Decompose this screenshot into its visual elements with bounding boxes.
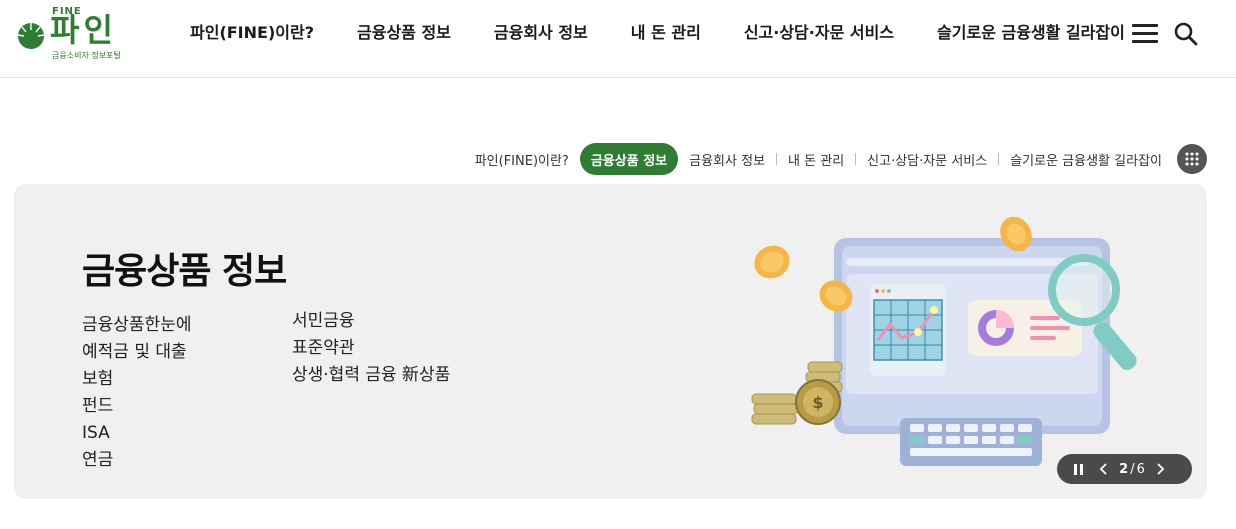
grid-menu-icon[interactable] <box>1177 144 1207 174</box>
logo-name: 파인 <box>50 11 117 49</box>
subnav-item-companies[interactable]: 금융회사 정보 <box>689 150 765 169</box>
search-icon[interactable] <box>1173 21 1199 47</box>
fine-logo[interactable]: FINE 파인 금융소비자 정보포털 <box>16 6 126 62</box>
svg-text:$: $ <box>812 393 823 412</box>
banner-title: 금융상품 정보 <box>82 251 287 292</box>
slider-controls: 2 / 6 <box>1057 454 1192 484</box>
slide-total: 6 <box>1136 461 1145 477</box>
link-insurance[interactable]: 보험 <box>82 366 191 393</box>
gnb-item-my-money[interactable]: 내 돈 관리 <box>631 22 701 46</box>
hero-banner: 금융상품 정보 금융상품한눈에 예적금 및 대출 보험 펀드 ISA 연금 서민… <box>14 184 1207 499</box>
gnb-item-guide[interactable]: 슬기로운 금융생활 길라잡이 <box>937 22 1125 46</box>
divider <box>998 153 1000 165</box>
link-microfinance[interactable]: 서민금융 <box>292 308 450 335</box>
banner-links-right: 서민금융 표준약관 상생·협력 금융 新상품 <box>292 308 450 389</box>
computer-finance-illustration: $ <box>751 216 1137 466</box>
subnav-item-my-money[interactable]: 내 돈 관리 <box>788 150 844 169</box>
divider <box>855 153 857 165</box>
subnav-item-products-active[interactable]: 금융상품 정보 <box>579 143 679 175</box>
gnb-item-about[interactable]: 파인(FINE)이란? <box>190 22 314 46</box>
link-funds[interactable]: 펀드 <box>82 393 191 420</box>
chevron-left-icon[interactable] <box>1093 454 1115 484</box>
slide-counter: 2 / 6 <box>1115 462 1149 477</box>
hamburger-menu-icon[interactable] <box>1132 24 1158 43</box>
gnb-item-products[interactable]: 금융상품 정보 <box>357 22 451 46</box>
gnb-item-companies[interactable]: 금융회사 정보 <box>494 22 588 46</box>
logo-mark-icon <box>17 23 45 49</box>
global-nav: 파인(FINE)이란? 금융상품 정보 금융회사 정보 내 돈 관리 신고·상담… <box>190 22 1125 46</box>
link-standard-terms[interactable]: 표준약관 <box>292 335 450 362</box>
link-isa[interactable]: ISA <box>82 420 191 447</box>
slide-current: 2 <box>1119 461 1129 477</box>
subnav-item-guide[interactable]: 슬기로운 금융생활 길라잡이 <box>1010 150 1162 169</box>
gnb-item-report-services[interactable]: 신고·상담·자문 서비스 <box>744 22 894 46</box>
subnav-item-report-services[interactable]: 신고·상담·자문 서비스 <box>867 150 987 169</box>
link-cooperation-products[interactable]: 상생·협력 금융 新상품 <box>292 362 450 389</box>
banner-links-left: 금융상품한눈에 예적금 및 대출 보험 펀드 ISA 연금 <box>82 312 191 474</box>
logo-subtitle: 금융소비자 정보포털 <box>52 51 121 60</box>
slide-separator: / <box>1130 461 1135 477</box>
subnav-item-about[interactable]: 파인(FINE)이란? <box>475 150 569 169</box>
chevron-right-icon[interactable] <box>1149 454 1171 484</box>
divider <box>776 153 778 165</box>
sub-nav: 파인(FINE)이란? 금융상품 정보 금융회사 정보 내 돈 관리 신고·상담… <box>475 143 1207 175</box>
pause-icon[interactable] <box>1063 454 1093 484</box>
link-pension[interactable]: 연금 <box>82 447 191 474</box>
link-deposits-loans[interactable]: 예적금 및 대출 <box>82 339 191 366</box>
link-product-overview[interactable]: 금융상품한눈에 <box>82 312 191 339</box>
site-header: FINE 파인 금융소비자 정보포털 파인(FINE)이란? 금융상품 정보 금… <box>0 0 1236 78</box>
